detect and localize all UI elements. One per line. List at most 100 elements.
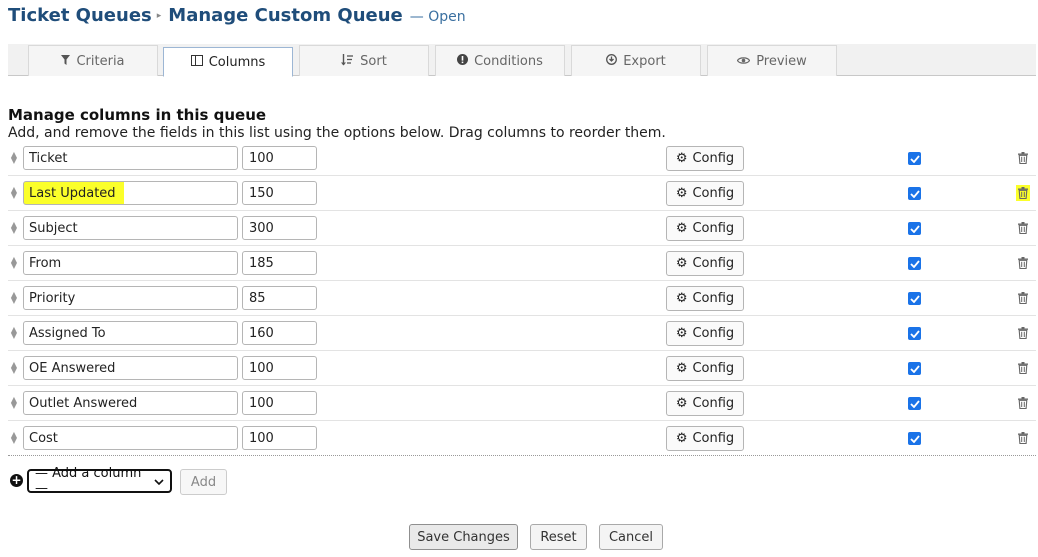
eye-icon	[736, 55, 751, 68]
visible-checkbox[interactable]	[908, 432, 921, 445]
config-button[interactable]: ⚙ Config	[666, 426, 744, 451]
column-width-input[interactable]	[242, 181, 317, 205]
column-list: ▲▼ ⚙ Config ▲▼ ⚙ Config ▲▼	[8, 141, 1036, 456]
column-name-input[interactable]	[23, 146, 238, 170]
tab-columns[interactable]: Columns	[163, 47, 293, 77]
add-column-button[interactable]: Add	[180, 469, 227, 495]
gear-icon: ⚙	[675, 256, 688, 271]
config-button[interactable]: ⚙ Config	[666, 251, 744, 276]
config-label: Config	[692, 256, 735, 271]
column-row: ▲▼ ⚙ Config	[8, 386, 1036, 421]
queue-status: — Open	[409, 9, 466, 25]
drag-handle-icon[interactable]: ▲ ▼	[9, 326, 19, 340]
column-width-input[interactable]	[242, 286, 317, 310]
config-button[interactable]: ⚙ Config	[666, 391, 744, 416]
config-button[interactable]: ⚙ Config	[666, 146, 744, 171]
tab-preview[interactable]: Preview	[707, 45, 837, 76]
config-button[interactable]: ⚙ Config	[666, 216, 744, 241]
config-button[interactable]: ⚙ Config	[666, 181, 744, 206]
visible-checkbox[interactable]	[908, 222, 921, 235]
drag-handle-icon[interactable]: ▲ ▼	[9, 396, 19, 410]
gear-icon: ⚙	[675, 431, 688, 446]
tab-label: Columns	[208, 54, 266, 70]
column-row: ▲▼ ⚙ Config	[8, 281, 1036, 316]
tab-sort[interactable]: Sort	[299, 45, 429, 76]
config-button[interactable]: ⚙ Config	[666, 321, 744, 346]
config-label: Config	[692, 221, 735, 236]
breadcrumb-ticket-queues[interactable]: Ticket Queues	[8, 5, 152, 26]
config-label: Config	[692, 396, 735, 411]
gear-icon: ⚙	[675, 291, 688, 306]
column-name-input[interactable]	[23, 216, 238, 240]
config-label: Config	[692, 186, 735, 201]
visible-checkbox[interactable]	[908, 152, 921, 165]
filter-icon	[61, 54, 71, 68]
breadcrumb-separator-icon: ▸	[156, 11, 162, 21]
trash-icon[interactable]	[1016, 290, 1030, 306]
config-button[interactable]: ⚙ Config	[666, 356, 744, 381]
column-name-input[interactable]	[23, 391, 238, 415]
trash-icon[interactable]	[1016, 395, 1030, 411]
export-icon	[606, 54, 618, 68]
column-name-input[interactable]	[23, 321, 238, 345]
column-width-input[interactable]	[242, 426, 317, 450]
column-name-input[interactable]	[23, 426, 238, 450]
columns-icon	[190, 55, 203, 69]
column-row: ▲▼ ⚙ Config	[8, 176, 1036, 211]
drag-handle-icon[interactable]: ▲ ▼	[9, 221, 19, 235]
visible-checkbox[interactable]	[908, 292, 921, 305]
column-name-input[interactable]	[23, 181, 238, 205]
add-column-select[interactable]: — Add a column —	[27, 466, 172, 496]
column-width-input[interactable]	[242, 216, 317, 240]
drag-handle-icon[interactable]: ▲ ▼	[9, 431, 19, 445]
drag-handle-icon[interactable]: ▲ ▼	[9, 256, 19, 270]
column-width-input[interactable]	[242, 251, 317, 275]
chevron-down-icon	[154, 474, 164, 489]
visible-checkbox[interactable]	[908, 257, 921, 270]
config-button[interactable]: ⚙ Config	[666, 286, 744, 311]
tab-label: Export	[623, 53, 666, 69]
trash-icon[interactable]	[1016, 150, 1030, 166]
visible-checkbox[interactable]	[908, 187, 921, 200]
breadcrumb: Ticket Queues ▸ Manage Custom Queue — Op…	[8, 5, 466, 31]
tab-export[interactable]: Export	[571, 45, 701, 76]
config-label: Config	[692, 431, 735, 446]
column-width-input[interactable]	[242, 321, 317, 345]
section-title: Manage columns in this queue	[8, 106, 267, 124]
column-row: ▲▼ ⚙ Config	[8, 141, 1036, 176]
tab-bar: Criteria Columns Sort Conditions Export …	[8, 44, 1036, 77]
column-row: ▲▼ ⚙ Config	[8, 211, 1036, 246]
save-changes-button[interactable]: Save Changes	[409, 524, 518, 550]
column-name-input[interactable]	[23, 356, 238, 380]
info-icon	[457, 54, 469, 68]
column-width-input[interactable]	[242, 356, 317, 380]
trash-icon[interactable]	[1016, 360, 1030, 376]
visible-checkbox[interactable]	[908, 362, 921, 375]
visible-checkbox[interactable]	[908, 327, 921, 340]
sort-icon	[341, 53, 354, 69]
cancel-button[interactable]: Cancel	[599, 524, 663, 550]
drag-handle-icon[interactable]: ▲ ▼	[9, 186, 19, 200]
drag-handle-icon[interactable]: ▲ ▼	[9, 151, 19, 165]
trash-icon[interactable]	[1016, 255, 1030, 271]
config-label: Config	[692, 361, 735, 376]
column-row: ▲▼ ⚙ Config	[8, 246, 1036, 281]
reset-button[interactable]: Reset	[530, 524, 587, 550]
section-description: Add, and remove the fields in this list …	[8, 125, 666, 141]
visible-checkbox[interactable]	[908, 397, 921, 410]
column-name-input[interactable]	[23, 286, 238, 310]
trash-icon[interactable]	[1016, 185, 1030, 201]
drag-handle-icon[interactable]: ▲ ▼	[9, 361, 19, 375]
add-column-select-value: — Add a column —	[35, 466, 142, 496]
drag-handle-icon[interactable]: ▲ ▼	[9, 291, 19, 305]
trash-icon[interactable]	[1016, 220, 1030, 236]
column-row: ▲▼ ⚙ Config	[8, 351, 1036, 386]
gear-icon: ⚙	[675, 326, 688, 341]
tab-conditions[interactable]: Conditions	[435, 45, 565, 76]
column-width-input[interactable]	[242, 146, 317, 170]
column-width-input[interactable]	[242, 391, 317, 415]
column-name-input[interactable]	[23, 251, 238, 275]
trash-icon[interactable]	[1016, 430, 1030, 446]
tab-criteria[interactable]: Criteria	[28, 45, 158, 76]
trash-icon[interactable]	[1016, 325, 1030, 341]
